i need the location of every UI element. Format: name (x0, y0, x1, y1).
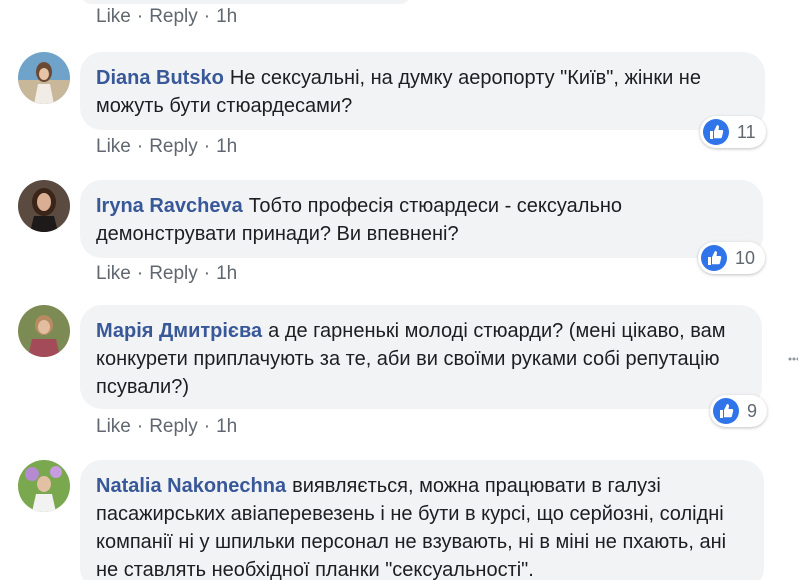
comment-bubble: Natalia Nakonechna виявляється, можна пра… (80, 460, 764, 580)
separator: · (203, 263, 211, 284)
reply-link[interactable]: Reply (149, 416, 198, 437)
comment-bubble: Марія Дмитрієва а де гарненькі молоді стю… (80, 305, 762, 409)
separator: · (136, 136, 144, 157)
comment-bubble: Diana Butsko Не сексуальні, на думку аеро… (80, 52, 765, 130)
like-link[interactable]: Like (96, 416, 131, 437)
like-link[interactable]: Like (96, 263, 131, 284)
separator: · (203, 416, 211, 437)
comment-author[interactable]: Diana Butsko (96, 67, 224, 89)
reply-link[interactable]: Reply (149, 263, 198, 284)
reaction-count[interactable]: 10 (698, 242, 766, 274)
separator: · (136, 6, 144, 27)
reaction-count[interactable]: 9 (710, 395, 768, 427)
avatar[interactable] (18, 460, 70, 512)
thumbs-up-icon (703, 119, 729, 145)
comment-actions: Like · Reply · 1h (96, 136, 237, 158)
comment-author[interactable]: Natalia Nakonechna (96, 475, 286, 497)
comment-actions: Like · Reply · 1h (96, 263, 237, 285)
comment-author[interactable]: Iryna Ravcheva (96, 195, 243, 217)
previous-comment-actions: Like · Reply · 1h (96, 6, 237, 28)
previous-comment-bubble (80, 0, 412, 4)
reaction-number: 9 (747, 400, 758, 421)
like-link[interactable]: Like (96, 6, 131, 27)
separator: · (203, 6, 211, 27)
timestamp[interactable]: 1h (216, 263, 237, 284)
avatar[interactable] (18, 52, 70, 104)
separator: · (136, 263, 144, 284)
separator: · (136, 416, 144, 437)
more-options-icon[interactable] (788, 352, 800, 364)
reaction-number: 10 (735, 247, 756, 268)
reaction-count[interactable]: 11 (700, 116, 766, 148)
reply-link[interactable]: Reply (149, 136, 198, 157)
comment-author[interactable]: Марія Дмитрієва (96, 320, 262, 342)
timestamp[interactable]: 1h (216, 136, 237, 157)
comment-bubble: Iryna Ravcheva Тобто професія стюардеси -… (80, 180, 763, 258)
separator: · (203, 136, 211, 157)
reaction-number: 11 (737, 121, 756, 142)
avatar[interactable] (18, 180, 70, 232)
timestamp[interactable]: 1h (216, 416, 237, 437)
comment-actions: Like · Reply · 1h (96, 416, 237, 438)
avatar[interactable] (18, 305, 70, 357)
thumbs-up-icon (701, 245, 727, 271)
like-link[interactable]: Like (96, 136, 131, 157)
reply-link[interactable]: Reply (149, 6, 198, 27)
thumbs-up-icon (713, 398, 739, 424)
timestamp[interactable]: 1h (216, 6, 237, 27)
